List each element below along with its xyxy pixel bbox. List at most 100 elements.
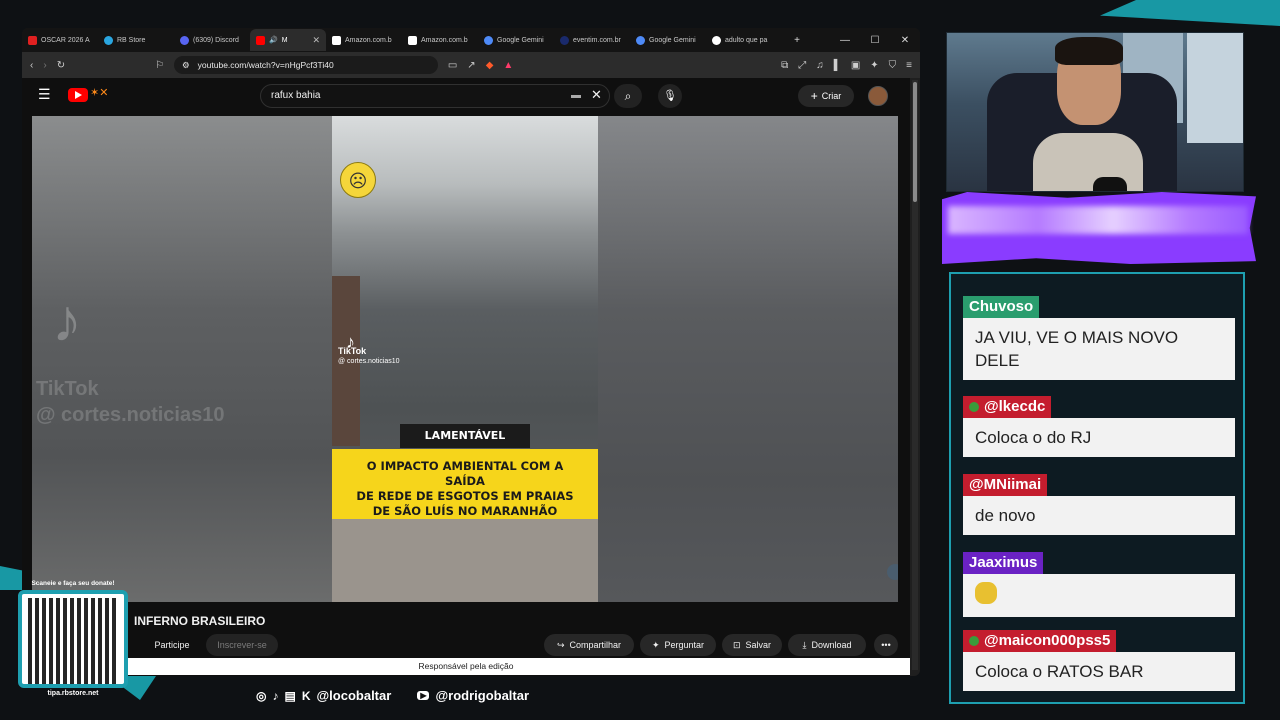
bookmark-icon[interactable]: ⚐ — [155, 60, 164, 71]
webcam-streamer-hair — [1055, 37, 1123, 65]
youtube-icon: ▶ — [417, 691, 430, 700]
minimize-icon[interactable]: — — [830, 35, 860, 46]
qr-caption-top: Scaneie e faça seu donate! — [31, 580, 115, 587]
video-blur-right — [598, 116, 898, 602]
hamburger-menu-icon[interactable]: ☰ — [38, 86, 51, 103]
edit-credit-bar: Responsável pela edição — [22, 658, 910, 675]
chat-username: @lkecdc — [984, 398, 1046, 415]
overlay-decoration — [1100, 0, 1280, 26]
video-player[interactable]: ♪ TikTok @ cortes.noticias10 ☹ ♪ TikTok @… — [32, 116, 898, 602]
youtube-logo-icon[interactable] — [68, 88, 88, 102]
cast-icon[interactable]: ▭ — [448, 60, 457, 71]
social-handles: ◎ ♪ ▤ K @locobaltar ▶ @rodrigobaltar — [256, 688, 529, 703]
share-button[interactable]: ↪ Compartilhar — [544, 634, 634, 656]
browser-tab[interactable]: RB Store — [98, 29, 174, 51]
search-icon[interactable]: ⌕ — [614, 84, 642, 108]
vpn-icon[interactable]: ⛉ — [889, 60, 897, 71]
tab-label: Google Gemini — [649, 36, 696, 44]
twitch-icon: ▤ — [284, 688, 296, 703]
tab-label: Amazon.com.b — [345, 36, 392, 44]
webcam-feed — [946, 32, 1244, 192]
join-button[interactable]: Participe — [144, 634, 200, 656]
video-floor — [332, 516, 598, 602]
save-button[interactable]: ⊡ Salvar — [722, 634, 782, 656]
video-frame: ☹ ♪ TikTok @ cortes.noticias10 LAMENTÁVE… — [332, 116, 598, 602]
search-input[interactable]: rafux bahia ▬ ✕ — [260, 84, 610, 108]
chat-username: @MNiimai — [963, 474, 1048, 496]
blurred-tiktok-icon: ♪ — [52, 287, 82, 354]
clear-search-icon[interactable]: ✕ — [591, 87, 602, 103]
reload-icon[interactable]: ↻ — [57, 60, 65, 71]
browser-tab-active[interactable]: 🔊 M ✕ — [250, 29, 326, 51]
subscribe-button[interactable]: Inscrever-se — [206, 634, 278, 656]
address-bar[interactable]: ⚙ youtube.com/watch?v=nHgPcf3Ti40 — [174, 56, 438, 74]
site-settings-icon[interactable]: ⚙ — [182, 60, 190, 71]
browser-tab[interactable]: Amazon.com.b — [326, 29, 402, 51]
video-caption-text: O IMPACTO AMBIENTAL COM A SAÍDA DE REDE … — [332, 449, 598, 519]
chat-username-row: @lkecdc — [963, 396, 1052, 418]
save-label: Salvar — [745, 640, 772, 650]
channel-watermark-icon[interactable] — [887, 564, 898, 580]
tiktok-handle: @ cortes.noticias10 — [338, 358, 400, 365]
more-options-button[interactable]: ••• — [874, 634, 898, 656]
new-tab-icon[interactable]: + — [782, 35, 812, 46]
tab-favicon-icon — [104, 35, 113, 45]
tiktok-watermark: ♪ TikTok @ cortes.noticias10 — [338, 333, 400, 366]
youtube-header: ☰ ✶✕ rafux bahia ▬ ✕ ⌕ 🎙 + Criar — [22, 78, 910, 114]
close-tab-icon[interactable]: ✕ — [312, 35, 320, 46]
plus-icon: + — [810, 89, 818, 103]
download-icon: ⤓ — [802, 639, 807, 650]
extensions-icon[interactable]: ⧉ — [781, 60, 788, 71]
ask-button[interactable]: ✦ Perguntar — [640, 634, 716, 656]
brave-shield-icon[interactable]: ◆ — [486, 60, 494, 71]
scrollbar[interactable] — [912, 80, 918, 670]
music-icon[interactable]: ♫ — [816, 60, 824, 71]
back-icon[interactable]: ‹ — [30, 60, 33, 71]
save-icon: ⊡ — [732, 639, 741, 650]
social-handle: @rodrigobaltar — [435, 688, 530, 703]
close-window-icon[interactable]: ✕ — [890, 35, 920, 46]
gemini-favicon-icon — [636, 35, 645, 45]
chat-username: @maicon000pss5 — [984, 632, 1111, 649]
tab-favicon-icon — [408, 35, 417, 45]
chat-message: @lkecdc Coloca o do RJ — [963, 396, 1235, 457]
download-button[interactable]: ⤓ Download — [788, 634, 866, 656]
sidebar-icon[interactable]: ▌ — [834, 60, 841, 71]
create-button[interactable]: + Criar — [798, 85, 854, 107]
social-handle: @locobaltar — [316, 688, 392, 703]
browser-tab[interactable]: Google Gemini — [478, 29, 554, 51]
ai-icon[interactable]: ✦ — [870, 60, 878, 71]
webcam-microphone — [1093, 177, 1127, 191]
avatar[interactable] — [868, 86, 888, 106]
url-text: youtube.com/watch?v=nHgPcf3Ti40 — [197, 60, 334, 70]
tab-bar: OSCAR 2026 A RB Store (6309) Discord 🔊 M ✕… — [22, 28, 920, 52]
scrollbar-thumb[interactable] — [913, 82, 917, 202]
create-label: Criar — [821, 91, 842, 101]
forward-icon[interactable]: › — [43, 60, 46, 71]
chat-text: Coloca o do RJ — [963, 418, 1235, 457]
browser-tab[interactable]: eventim.com.br — [554, 29, 630, 51]
keyboard-icon[interactable]: ▬ — [571, 90, 581, 101]
video-caption-label: LAMENTÁVEL — [400, 424, 530, 448]
tab-favicon-icon — [560, 35, 569, 45]
browser-tab[interactable]: OSCAR 2026 A — [22, 29, 98, 51]
chat-message: @maicon000pss5 Coloca o RATOS BAR — [963, 630, 1235, 691]
share-icon[interactable]: ↗ — [467, 60, 475, 71]
browser-tab[interactable]: Google Gemini — [630, 29, 706, 51]
maximize-icon[interactable]: ☐ — [860, 35, 890, 46]
browser-tab[interactable]: adulto que pa — [706, 29, 782, 51]
menu-icon[interactable]: ≡ — [906, 60, 912, 71]
browser-tab[interactable]: Amazon.com.b — [402, 29, 478, 51]
browser-tab[interactable]: (6309) Discord — [174, 29, 250, 51]
screenshot-icon[interactable]: ⤢ — [798, 60, 806, 71]
wallet-icon[interactable]: ▣ — [851, 60, 860, 71]
tab-label: adulto que pa — [725, 36, 768, 44]
sad-face-emoji-icon: ☹ — [340, 162, 376, 198]
google-favicon-icon — [712, 35, 721, 45]
microphone-icon[interactable]: 🎙 — [658, 84, 682, 108]
browser-window: OSCAR 2026 A RB Store (6309) Discord 🔊 M ✕… — [22, 28, 920, 676]
rewards-icon[interactable]: ▲ — [503, 60, 513, 71]
kick-icon: K — [301, 688, 311, 703]
chat-message: Jaaximus — [963, 552, 1235, 617]
donate-qr-card[interactable] — [18, 590, 128, 688]
